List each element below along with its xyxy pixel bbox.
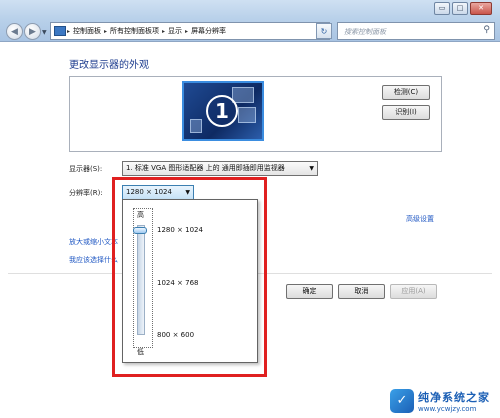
recent-pages-icon[interactable]: ▼ xyxy=(42,29,47,36)
highlight-annotation xyxy=(112,177,267,377)
apply-button: 应用(A) xyxy=(390,284,437,299)
back-button[interactable]: ◀ xyxy=(6,23,23,40)
minimize-button[interactable]: ▭ xyxy=(434,2,450,15)
watermark-url: www.ycwjzy.com xyxy=(418,404,477,413)
cancel-button[interactable]: 取消 xyxy=(338,284,385,299)
breadcrumb-separator: ▸ xyxy=(162,27,166,35)
text-size-link[interactable]: 放大或缩小文本 xyxy=(69,237,118,247)
search-icon[interactable]: ⚲ xyxy=(483,25,490,35)
page-title: 更改显示器的外观 xyxy=(69,60,149,71)
watermark-logo: ✓ xyxy=(390,388,414,413)
forward-arrow-icon: ▶ xyxy=(29,26,36,37)
display-select[interactable]: 1. 标准 VGA 图形适配器 上的 通用即插即用监视器 ▼ xyxy=(122,161,318,176)
search-placeholder: 搜索控制面板 xyxy=(344,28,386,36)
address-bar[interactable]: ▸ 控制面板 ▸ 所有控制面板项 ▸ 显示 ▸ 屏幕分辨率 ▼ xyxy=(50,22,330,40)
monitor-number: 1 xyxy=(206,95,238,127)
watermark: ✓ 纯净系统之家 www.ycwjzy.com xyxy=(388,383,500,418)
breadcrumb-all-items[interactable]: 所有控制面板项 xyxy=(110,26,159,36)
identify-button[interactable]: 识别(I) xyxy=(382,105,430,120)
ok-button[interactable]: 确定 xyxy=(286,284,333,299)
breadcrumb-separator: ▸ xyxy=(104,27,108,35)
display-select-value: 1. 标准 VGA 图形适配器 上的 通用即插即用监视器 xyxy=(126,164,285,172)
resolution-label: 分辨率(R): xyxy=(69,189,103,197)
watermark-name: 纯净系统之家 xyxy=(418,390,490,404)
forward-button[interactable]: ▶ xyxy=(24,23,41,40)
help-link[interactable]: 我应该选择什么 xyxy=(69,255,118,265)
monitor-preview-area: 1 检测(C) 识别(I) xyxy=(69,76,442,152)
breadcrumb-separator: ▸ xyxy=(67,27,71,35)
chevron-down-icon: ▼ xyxy=(309,165,314,172)
refresh-button[interactable]: ↻ xyxy=(316,23,332,39)
close-button[interactable]: ✕ xyxy=(470,2,492,15)
search-input[interactable]: 搜索控制面板 ⚲ xyxy=(337,22,495,40)
back-arrow-icon: ◀ xyxy=(11,26,18,37)
advanced-settings-link[interactable]: 高级设置 xyxy=(406,214,434,224)
window-thumbnail xyxy=(232,87,254,103)
display-label: 显示器(S): xyxy=(69,165,103,173)
window-thumbnail xyxy=(190,119,202,133)
breadcrumb-separator: ▸ xyxy=(185,27,189,35)
maximize-button[interactable]: □ xyxy=(452,2,468,15)
caption-buttons: ▭ □ ✕ xyxy=(434,2,492,15)
window-thumbnail xyxy=(238,107,256,123)
breadcrumb-control-panel[interactable]: 控制面板 xyxy=(73,26,101,36)
breadcrumb-display[interactable]: 显示 xyxy=(168,26,182,36)
control-panel-icon xyxy=(54,26,66,36)
monitor-icon[interactable]: 1 xyxy=(182,81,264,141)
refresh-icon: ↻ xyxy=(320,26,328,36)
breadcrumb-screen-resolution[interactable]: 屏幕分辨率 xyxy=(191,26,226,36)
detect-button[interactable]: 检测(C) xyxy=(382,85,430,100)
